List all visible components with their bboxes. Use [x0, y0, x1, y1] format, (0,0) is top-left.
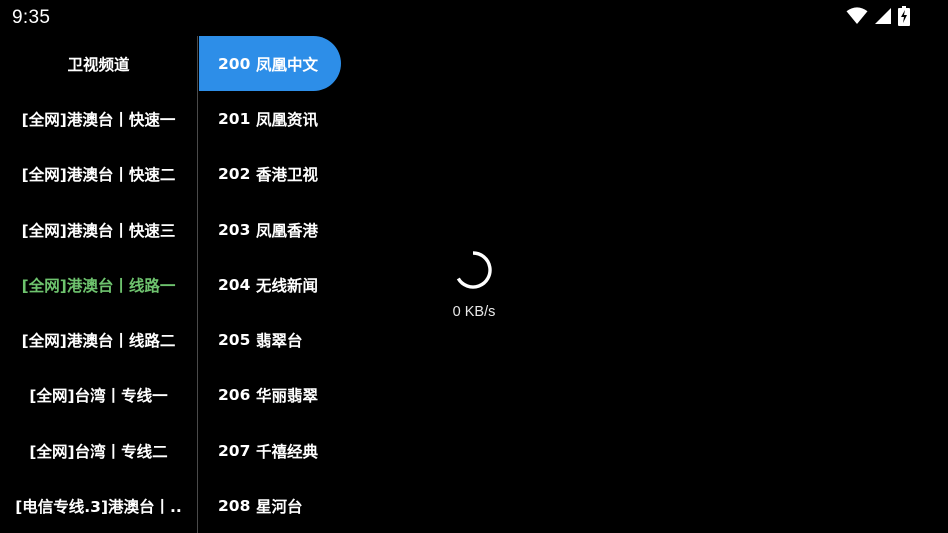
channel-name: 华丽翡翠 [256, 387, 319, 406]
channel-item[interactable]: 202 香港卫视 [199, 147, 341, 202]
channel-number: 202 [218, 165, 251, 184]
channel-item[interactable]: 201 凤凰资讯 [199, 91, 341, 146]
category-item[interactable]: [电信专线.3]港澳台丨.. [0, 478, 197, 533]
channel-name: 星河台 [256, 498, 303, 517]
status-bar: 9:35 [0, 0, 948, 36]
status-icons [846, 6, 910, 30]
channel-name: 翡翠台 [256, 332, 303, 351]
channel-item[interactable]: 208 星河台 [199, 478, 341, 533]
category-item[interactable]: 卫视频道 [0, 36, 197, 91]
category-item[interactable]: [全网]台湾丨专线一 [0, 368, 197, 423]
channel-item-selected[interactable]: 200 凤凰中文 [199, 36, 341, 92]
battery-charging-icon [898, 6, 910, 30]
channel-item[interactable]: 205 翡翠台 [199, 312, 341, 367]
channel-item[interactable]: 206 华丽翡翠 [199, 368, 341, 423]
status-time: 9:35 [12, 7, 51, 28]
channel-number: 204 [218, 275, 251, 294]
category-item[interactable]: [全网]港澳台丨快速一 [0, 91, 197, 146]
loading-spinner-icon [452, 249, 494, 291]
wifi-icon [846, 7, 868, 29]
channel-number: 200 [218, 54, 251, 73]
channel-number: 201 [218, 109, 251, 128]
category-list: 卫视频道 [全网]港澳台丨快速一 [全网]港澳台丨快速二 [全网]港澳台丨快速三… [0, 36, 197, 533]
channel-name: 香港卫视 [256, 166, 319, 185]
download-speed: 0 KB/s [452, 304, 496, 320]
channel-number: 205 [218, 331, 251, 350]
category-item[interactable]: [全网]港澳台丨线路二 [0, 312, 197, 367]
channel-number: 207 [218, 441, 251, 460]
channel-item[interactable]: 203 凤凰香港 [199, 202, 341, 257]
category-item[interactable]: [全网]港澳台丨快速三 [0, 202, 197, 257]
channel-name: 凤凰中文 [256, 55, 319, 74]
channel-item[interactable]: 204 无线新闻 [199, 257, 341, 312]
channel-item[interactable]: 207 千禧经典 [199, 423, 341, 478]
category-item-active[interactable]: [全网]港澳台丨线路一 [0, 257, 197, 312]
tv-player-screen: 9:35 卫视频道 [全网]港澳台丨快速一 [全网]港澳台丨快速二 [全网]港澳… [0, 0, 948, 533]
category-item[interactable]: [全网]台湾丨专线二 [0, 423, 197, 478]
channel-name: 无线新闻 [256, 276, 319, 295]
channel-list: 200 凤凰中文 201 凤凰资讯 202 香港卫视 203 凤凰香港 204 … [199, 36, 341, 533]
channel-number: 208 [218, 497, 251, 516]
channel-name: 千禧经典 [256, 442, 319, 461]
cellular-signal-icon [874, 7, 892, 29]
channel-number: 203 [218, 220, 251, 239]
list-divider [197, 36, 198, 533]
channel-name: 凤凰香港 [256, 221, 319, 240]
channel-name: 凤凰资讯 [256, 110, 319, 129]
channel-number: 206 [218, 386, 251, 405]
category-item[interactable]: [全网]港澳台丨快速二 [0, 147, 197, 202]
